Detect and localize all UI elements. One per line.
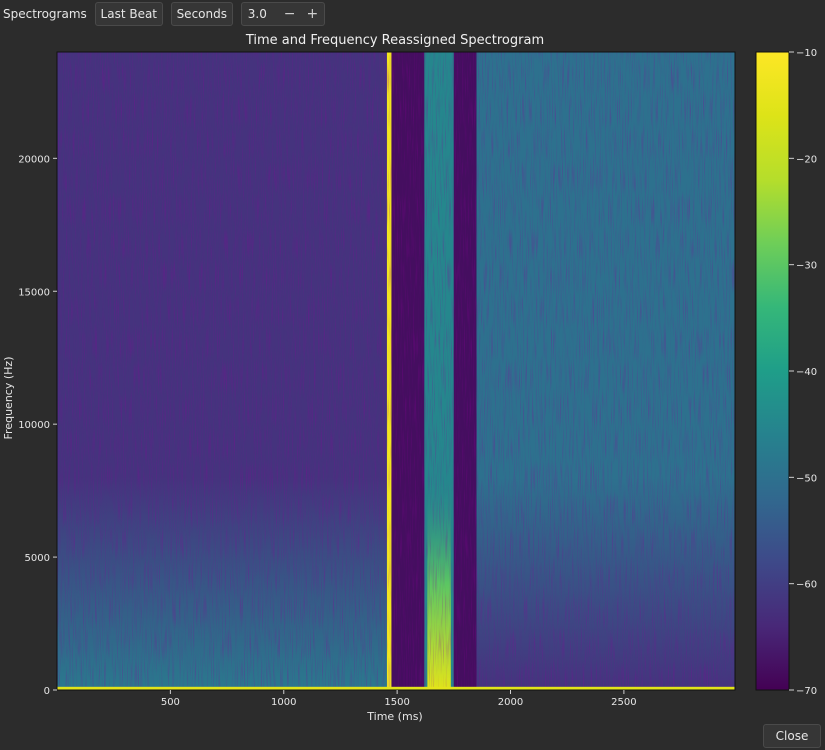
colorbar-tick-label: −40	[796, 367, 817, 378]
y-tick-label: 10000	[18, 420, 50, 431]
x-tick-label: 2500	[611, 697, 636, 708]
colorbar-ticks: −10 −20 −30 −40 −50 −60 −70	[789, 48, 817, 697]
plot-area	[56, 51, 736, 691]
x-axis-label: Time (ms)	[366, 710, 422, 722]
last-beat-button[interactable]: Last Beat	[94, 2, 163, 26]
seconds-spinbox[interactable]: 3.0 − +	[240, 2, 325, 26]
colorbar-tick-label: −30	[796, 261, 817, 272]
seconds-button[interactable]: Seconds	[170, 2, 233, 26]
x-tick-label: 500	[161, 697, 180, 708]
increment-button[interactable]: +	[301, 6, 324, 22]
x-axis: 500 1000 1500 2000 2500	[161, 690, 637, 708]
colorbar-tick-label: −10	[796, 48, 817, 59]
y-tick-label: 5000	[25, 553, 50, 564]
close-button[interactable]: Close	[763, 724, 821, 748]
colorbar-gradient	[755, 51, 790, 691]
spectrogram-noise	[57, 52, 735, 690]
spectrogram-chart: Time and Frequency Reassigned Spectrogra…	[2, 33, 817, 723]
colorbar-tick-label: −60	[796, 580, 817, 591]
x-tick-label: 1500	[384, 697, 409, 708]
y-tick-label: 20000	[18, 154, 50, 165]
x-tick-label: 1000	[271, 697, 296, 708]
toolbar: Spectrograms Last Beat Seconds 3.0 − +	[0, 0, 825, 28]
y-axis: 0 5000 10000 15000 20000	[18, 154, 57, 697]
spectrogram-figure: Time and Frequency Reassigned Spectrogra…	[0, 28, 825, 723]
colorbar-tick-label: −70	[796, 686, 817, 697]
colorbar: −10 −20 −30 −40 −50 −60 −70	[755, 48, 817, 697]
colorbar-tick-label: −20	[796, 154, 817, 165]
y-tick-label: 0	[44, 686, 50, 697]
chart-title: Time and Frequency Reassigned Spectrogra…	[245, 33, 544, 48]
x-tick-label: 2000	[498, 697, 523, 708]
decrement-button[interactable]: −	[278, 6, 301, 22]
y-tick-label: 15000	[18, 287, 50, 298]
colorbar-tick-label: −50	[796, 473, 817, 484]
y-axis-label: Frequency (Hz)	[2, 357, 15, 440]
toolbar-label: Spectrograms	[3, 7, 87, 21]
seconds-value[interactable]: 3.0	[242, 7, 278, 21]
